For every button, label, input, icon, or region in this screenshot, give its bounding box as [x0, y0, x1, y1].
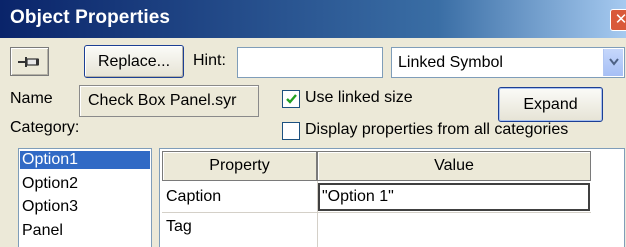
display-all-categories-checkbox[interactable] [282, 122, 300, 140]
checkmark-icon [286, 94, 297, 104]
expand-button[interactable]: Expand [498, 87, 603, 122]
category-item-option3[interactable]: Option3 [22, 198, 78, 216]
symbol-type-value: Linked Symbol [398, 54, 503, 71]
category-item-option1[interactable]: Option1 [20, 151, 150, 169]
category-list[interactable]: Option1 Option2 Option3 Panel [18, 148, 152, 247]
dropdown-button[interactable] [603, 49, 623, 76]
caption-value-input[interactable]: "Option 1" [318, 183, 590, 211]
name-label: Name [10, 90, 53, 107]
hint-label: Hint: [193, 52, 226, 69]
pin-button[interactable] [10, 47, 49, 76]
column-header-value[interactable]: Value [317, 151, 591, 181]
property-name-caption[interactable]: Caption [166, 188, 221, 206]
row-divider [162, 212, 591, 213]
symbol-type-select[interactable]: Linked Symbol [391, 47, 625, 78]
window-title: Object Properties [10, 7, 171, 28]
use-linked-size-checkbox[interactable] [282, 90, 300, 108]
display-all-categories-label[interactable]: Display properties from all categories [305, 121, 568, 139]
hint-input[interactable] [237, 47, 383, 78]
close-button[interactable]: ✕ [610, 9, 626, 31]
category-item-panel[interactable]: Panel [22, 222, 63, 240]
caption-value: "Option 1" [322, 188, 394, 205]
use-linked-size-label[interactable]: Use linked size [305, 89, 413, 107]
replace-button[interactable]: Replace... [84, 45, 184, 78]
category-item-option2[interactable]: Option2 [22, 175, 78, 193]
name-value: Check Box Panel.syr [88, 92, 237, 109]
object-properties-window: Object Properties ✕ Replace... Hint: Lin… [0, 0, 626, 247]
column-header-property[interactable]: Property [162, 151, 317, 181]
property-name-tag[interactable]: Tag [166, 218, 192, 236]
name-field: Check Box Panel.syr [79, 85, 259, 117]
title-bar[interactable]: Object Properties ✕ [0, 0, 626, 38]
chevron-down-icon [609, 58, 619, 66]
category-label: Category: [10, 119, 80, 136]
property-grid: Property Value Caption "Option 1" Tag [159, 148, 625, 247]
